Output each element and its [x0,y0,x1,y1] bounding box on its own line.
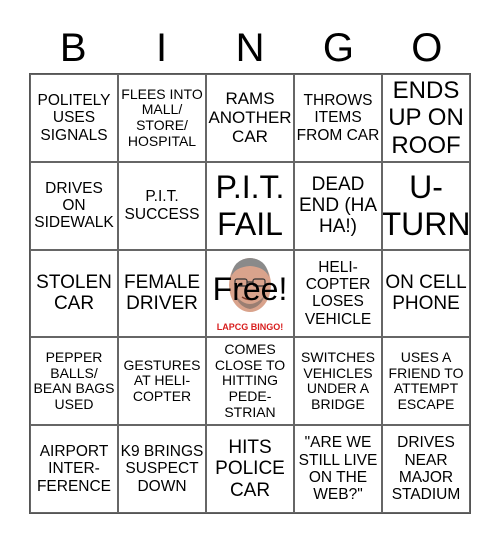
bingo-cell[interactable]: POLITELY USES SIGNALS [30,74,118,162]
free-tagline: LAPCG BINGO! [216,322,284,333]
bingo-cell[interactable]: GESTURES AT HELI-COPTER [118,337,206,426]
bingo-cell[interactable]: HITS POLICE CAR [206,425,294,513]
bingo-cell[interactable]: PEPPER BALLS/ BEAN BAGS USED [30,337,118,426]
header-letter-n: N [235,26,265,70]
cell-text: ENDS UP ON ROOF [388,76,464,159]
cell-text: DRIVES NEAR MAJOR STADIUM [391,434,461,504]
cell-text: U-TURN [382,168,470,242]
cell-text: THROWS ITEMS FROM CAR [296,91,380,144]
header-letter-g: G [322,26,354,70]
cell-text: COMES CLOSE TO HITTING PEDE-STRIAN [214,341,286,420]
cell-text: "ARE WE STILL LIVE ON THE WEB?" [298,434,378,504]
cell-text: PEPPER BALLS/ BEAN BAGS USED [33,348,115,412]
bingo-cell[interactable]: COMES CLOSE TO HITTING PEDE-STRIAN [206,337,294,426]
cell-text: P.I.T. SUCCESS [124,188,200,223]
cell-text: RAMS ANOTHER CAR [208,89,292,147]
free-label: Free! [212,270,288,307]
bingo-cell[interactable]: STOLEN CAR [30,249,118,338]
bingo-cell[interactable]: "ARE WE STILL LIVE ON THE WEB?" [294,425,382,513]
cell-text: HITS POLICE CAR [215,437,285,501]
bingo-cell[interactable]: HELI-COPTER LOSES VEHICLE [294,249,382,338]
cell-text: DEAD END (HA HA!) [298,173,378,238]
bingo-cell[interactable]: FEMALE DRIVER [118,249,206,338]
cell-text: GESTURES AT HELI-COPTER [123,356,201,405]
bingo-cell[interactable]: THROWS ITEMS FROM CAR [294,74,382,162]
bingo-cell[interactable]: AIRPORT INTER-FERENCE [30,425,118,513]
bingo-cell[interactable]: ON CELL PHONE [382,249,470,338]
cell-text: P.I.T. FAIL [215,168,285,242]
bingo-cell[interactable]: P.I.T. FAIL [206,161,294,250]
bingo-cell[interactable]: FLEES INTO MALL/ STORE/ HOSPITAL [118,74,206,162]
bingo-cell[interactable]: DRIVES ON SIDEWALK [30,161,118,250]
cell-text: FEMALE DRIVER [123,272,201,315]
bingo-header: B I N G O [29,24,471,72]
cell-text: AIRPORT INTER-FERENCE [36,443,112,495]
cell-text: STOLEN CAR [36,272,112,315]
bingo-cell[interactable]: DEAD END (HA HA!) [294,161,382,250]
cell-text: SWITCHES VEHICLES UNDER A BRIDGE [301,348,375,412]
cell-text: USES A FRIEND TO ATTEMPT ESCAPE [388,348,464,412]
cell-text: FLEES INTO MALL/ STORE/ HOSPITAL [121,85,203,149]
bingo-cell[interactable]: U-TURN [382,161,470,250]
header-letter-i: I [156,26,168,70]
cell-text: POLITELY USES SIGNALS [37,91,111,144]
bingo-cell[interactable]: USES A FRIEND TO ATTEMPT ESCAPE [382,337,470,426]
cell-text: ON CELL PHONE [385,272,467,315]
cell-text: HELI-COPTER LOSES VEHICLE [304,258,372,328]
header-letter-o: O [411,26,443,70]
bingo-cell[interactable]: SWITCHES VEHICLES UNDER A BRIDGE [294,337,382,426]
bingo-cell[interactable]: ENDS UP ON ROOF [382,74,470,162]
bingo-grid: POLITELY USES SIGNALS FLEES INTO MALL/ S… [29,73,471,514]
bingo-cell[interactable]: DRIVES NEAR MAJOR STADIUM [382,425,470,513]
cell-text: K9 BRINGS SUSPECT DOWN [120,443,204,495]
cell-text: DRIVES ON SIDEWALK [34,179,114,232]
header-letter-b: B [59,26,87,70]
bingo-cell[interactable]: K9 BRINGS SUSPECT DOWN [118,425,206,513]
free-space-cell[interactable]: Free! LAPCG BINGO! [206,249,294,338]
bingo-cell[interactable]: P.I.T. SUCCESS [118,161,206,250]
bingo-cell[interactable]: RAMS ANOTHER CAR [206,74,294,162]
